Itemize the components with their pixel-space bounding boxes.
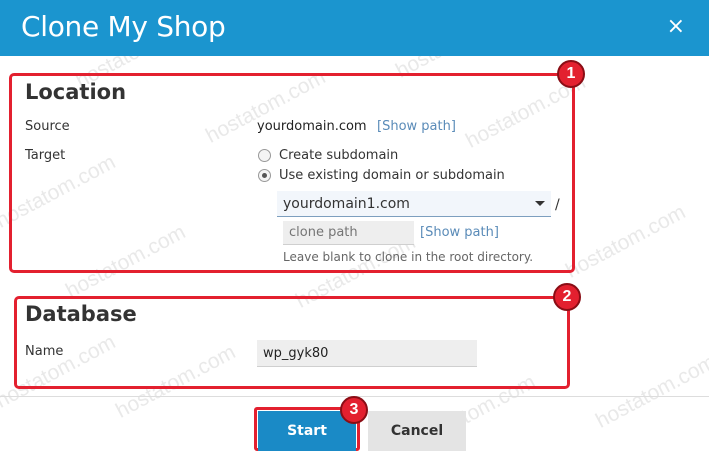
database-section-title: Database [25,302,137,326]
radio-button[interactable] [258,149,271,162]
domain-select-value: yourdomain1.com [283,195,410,212]
annotation-badge-1: 1 [557,60,585,88]
dialog-title: Clone My Shop [21,10,226,43]
domain-select[interactable]: yourdomain1.com [277,191,551,217]
annotation-badge-2: 2 [553,283,581,311]
radio-label: Use existing domain or subdomain [279,168,505,183]
path-show-path-link[interactable]: [Show path] [420,225,499,240]
source-value: yourdomain.com [257,119,367,134]
close-icon[interactable]: × [667,14,685,40]
path-separator: / [555,197,560,213]
radio-button-selected[interactable] [258,169,271,182]
cancel-button[interactable]: Cancel [368,411,466,451]
chevron-down-icon[interactable] [535,201,545,206]
location-section-title: Location [25,80,127,104]
root-directory-hint: Leave blank to clone in the root directo… [283,250,534,264]
database-name-input[interactable]: wp_gyk80 [257,340,477,367]
radio-label: Create subdomain [279,148,399,163]
radio-create-subdomain[interactable]: Create subdomain [258,148,398,163]
annotation-badge-3: 3 [340,396,368,424]
clone-path-input[interactable] [283,221,414,245]
watermark-text: hostatom.com [592,350,709,433]
dialog-header: Clone My Shop × [0,0,709,56]
database-name-label: Name [25,344,64,359]
source-label: Source [25,119,70,134]
source-show-path-link[interactable]: [Show path] [377,119,456,134]
radio-use-existing-domain[interactable]: Use existing domain or subdomain [258,168,505,183]
watermark-text: hostatom.com [562,200,690,283]
target-label: Target [25,148,66,163]
